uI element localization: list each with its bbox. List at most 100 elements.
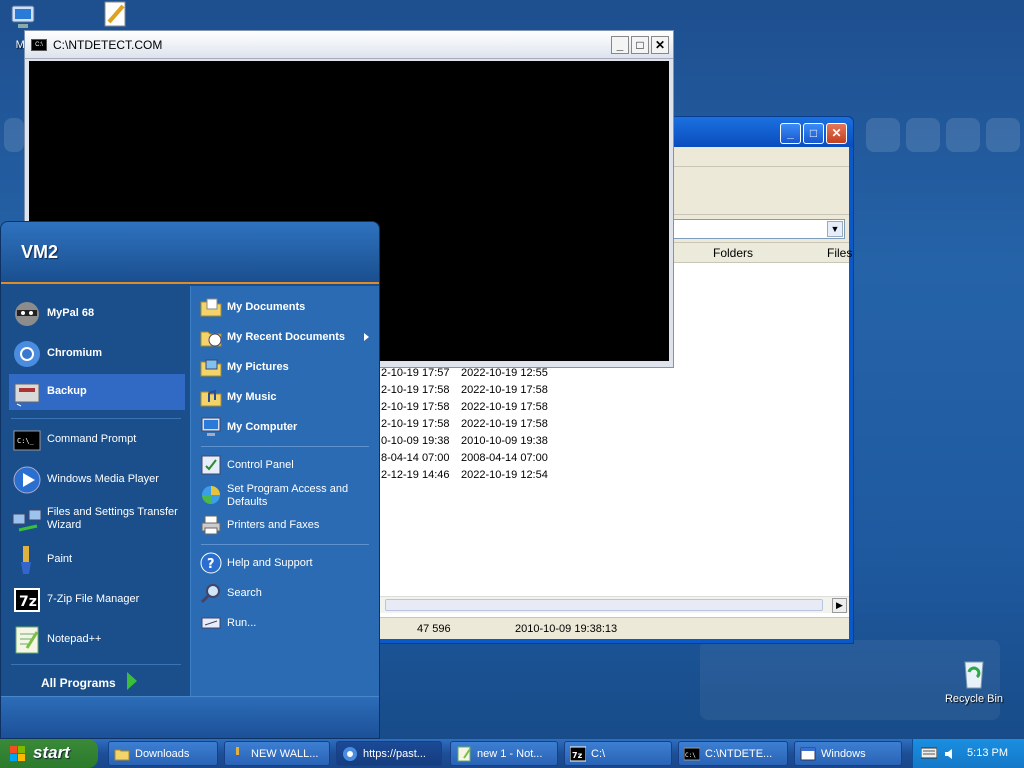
menu-item-program-access[interactable]: Set Program Access and Defaults [197,482,377,512]
scroll-right-icon[interactable]: ▶ [832,598,847,613]
menu-item-command-prompt[interactable]: C:\_ Command Prompt [9,422,185,458]
clock[interactable]: 5:13 PM [967,747,1008,759]
menu-item-mypal[interactable]: MyPal 68 [9,296,185,332]
cell-modified: 2022-10-19 17:58 [461,384,548,396]
system-tray: 5:13 PM [912,739,1024,768]
column-header-files[interactable]: Files [827,246,852,260]
taskbar-button-7zip[interactable]: 7z C:\ [564,741,672,766]
command-prompt-icon: C:\ [683,746,701,762]
menu-item-run[interactable]: Run... [197,610,377,636]
table-row[interactable]: 2-10-19 17:58 2022-10-19 17:58 [375,416,857,433]
start-menu-programs: MyPal 68 Chromium Backup C:\_ Command Pr… [1,286,190,698]
status-bar: 47 596 2010-10-09 19:38:13 [375,617,849,639]
taskbar-button-console[interactable]: C:\ C:\NTDETE... [678,741,788,766]
my-documents-icon [199,295,223,319]
taskbar-button-label: new 1 - Not... [477,748,543,760]
console-titlebar[interactable]: C:\ C:\NTDETECT.COM _ □ ✕ [25,31,673,59]
search-icon [199,581,223,605]
paint-icon [99,0,133,34]
column-header-folders[interactable]: Folders [713,246,753,260]
menu-item-transfer-wizard[interactable]: Files and Settings Transfer Wizard [9,502,185,538]
close-button[interactable]: ✕ [826,123,847,144]
desktop-icon-recycle-bin[interactable]: Recycle Bin [939,656,1009,705]
menu-item-printers[interactable]: Printers and Faxes [197,512,377,538]
chevron-down-icon[interactable]: ▼ [827,221,843,237]
taskbar-button-notepadpp[interactable]: new 1 - Not... [450,741,558,766]
menu-item-chromium[interactable]: Chromium [9,336,185,372]
taskbar-button-downloads[interactable]: Downloads [108,741,218,766]
7zip-icon: 7z [569,746,587,762]
minimize-button[interactable]: _ [611,36,629,54]
horizontal-scrollbar[interactable]: ▶ [375,596,849,613]
cell-created: 2-10-19 17:58 [381,418,450,430]
volume-icon[interactable] [943,747,957,761]
taskbar-button-chromium[interactable]: https://past... [336,741,442,766]
menu-item-label: 7-Zip File Manager [47,593,140,605]
maximize-button[interactable]: □ [803,123,824,144]
menu-item-my-computer[interactable]: My Computer [197,414,377,440]
start-button[interactable]: start [0,739,98,768]
submenu-arrow-icon [364,333,369,341]
program-access-icon [199,483,223,507]
cell-created: 2-12-19 14:46 [381,469,450,481]
cell-created: 2-10-19 17:58 [381,401,450,413]
menu-item-help[interactable]: ? Help and Support [197,550,377,576]
menu-item-label: My Pictures [227,361,289,373]
table-row[interactable]: 8-04-14 07:00 2008-04-14 07:00 [375,450,857,467]
menu-item-my-music[interactable]: My Music [197,384,377,410]
mypal-raccoon-icon [11,298,43,330]
cell-modified: 2010-10-09 19:38 [461,435,548,447]
menu-item-search[interactable]: Search [197,580,377,606]
svg-text:C:\: C:\ [685,752,696,759]
windows-logo-icon [10,746,26,762]
transfer-wizard-icon [11,504,43,536]
media-player-icon [11,464,43,496]
scrollbar-thumb[interactable] [385,599,823,611]
chromium-icon [342,746,358,762]
arrow-right-icon [127,672,137,690]
menu-item-recent-documents[interactable]: My Recent Documents [197,324,377,350]
menu-item-label: Printers and Faxes [227,519,320,531]
svg-text:C:\_: C:\_ [17,437,35,445]
all-programs-button[interactable]: All Programs [41,676,116,690]
minimize-button[interactable]: _ [780,123,801,144]
paint-icon [230,746,246,762]
menu-item-control-panel[interactable]: Control Panel [197,452,377,478]
menu-item-label: My Computer [227,421,298,433]
table-row[interactable]: 2-12-19 14:46 2022-10-19 12:54 [375,467,857,484]
menu-item-media-player[interactable]: Windows Media Player [9,462,185,498]
menu-item-paint[interactable]: Paint [9,542,185,578]
cell-modified: 2022-10-19 17:58 [461,401,548,413]
taskbar-button-windows[interactable]: Windows [794,741,902,766]
menu-item-label: Backup [47,385,87,397]
svg-text:7z: 7z [19,594,37,610]
start-label: start [33,743,70,762]
keyboard-icon[interactable] [920,747,938,759]
wallpaper-tile [866,118,900,152]
menu-item-label: Help and Support [227,557,313,569]
table-row[interactable]: 2-10-19 17:58 2022-10-19 17:58 [375,399,857,416]
taskbar-button-label: C:\ [591,748,606,760]
menu-separator [201,446,369,447]
menu-item-7zip[interactable]: 7z 7-Zip File Manager [9,582,185,618]
menu-item-my-pictures[interactable]: My Pictures [197,354,377,380]
svg-text:?: ? [207,557,215,572]
table-row[interactable]: 0-10-09 19:38 2010-10-09 19:38 [375,433,857,450]
menu-item-label: Run... [227,617,257,629]
cell-modified: 2022-10-19 12:55 [461,367,548,379]
menu-item-notepadpp[interactable]: Notepad++ [9,622,185,658]
maximize-button[interactable]: □ [631,36,649,54]
start-menu-places: My Documents My Recent Documents My Pict… [190,286,379,698]
menu-item-backup[interactable]: Backup [9,374,185,410]
table-row[interactable]: 2-10-19 17:58 2022-10-19 17:58 [375,382,857,399]
command-prompt-icon: C:\ [31,39,47,51]
menu-item-my-documents[interactable]: My Documents [197,294,377,320]
file-list: 2-10-19 17:57 2022-10-19 12:55 2-10-19 17… [375,365,857,484]
my-music-icon [199,385,223,409]
recycle-bin-icon [957,656,991,690]
taskbar-button-paint[interactable]: NEW WALL... [224,741,330,766]
status-size: 47 596 [417,623,451,635]
menu-separator [11,664,181,665]
close-button[interactable]: ✕ [651,36,669,54]
svg-text:7z: 7z [572,751,583,760]
